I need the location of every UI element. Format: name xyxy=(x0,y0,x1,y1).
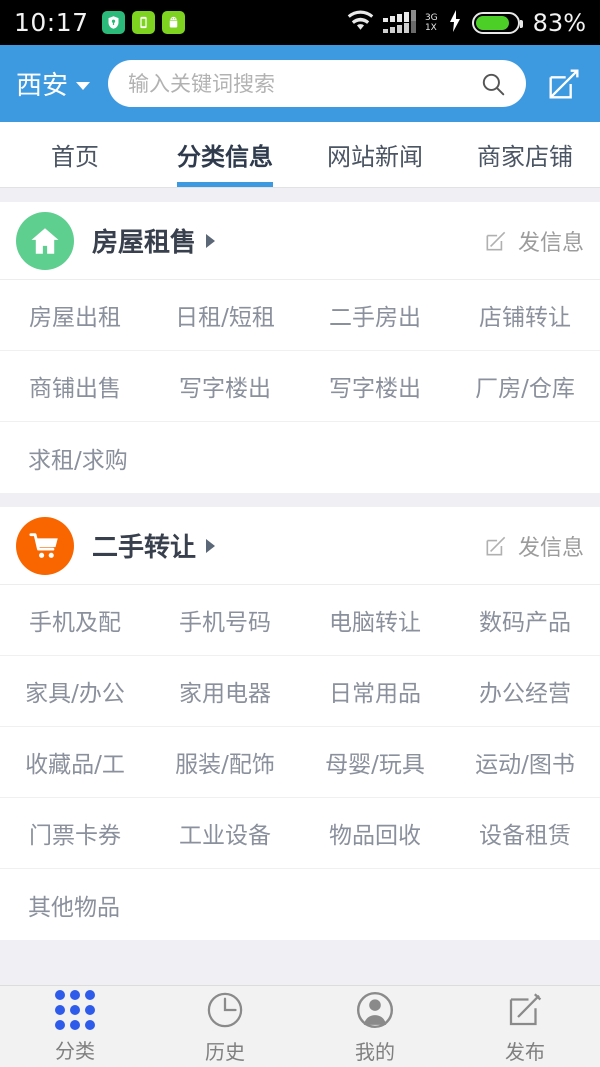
signal-icon xyxy=(382,9,416,33)
tab-classified-info[interactable]: 分类信息 xyxy=(150,122,300,187)
grid-item-empty xyxy=(300,869,450,940)
grid-item-empty xyxy=(150,869,300,940)
grid-item[interactable]: 店铺转让 xyxy=(450,280,600,351)
grid-item[interactable]: 母婴/玩具 xyxy=(300,727,450,798)
post-info-button[interactable]: 发信息 xyxy=(483,530,584,562)
pencil-icon xyxy=(483,533,509,559)
section-secondhand: 二手转让 发信息 手机及配 手机号码 电脑转让 数码产品 家具/办公 家用电器 xyxy=(0,507,600,940)
charging-bolt-icon xyxy=(447,9,463,37)
wifi-icon xyxy=(347,9,374,36)
grid-item[interactable]: 收藏品/工 xyxy=(0,727,150,798)
section-header[interactable]: 二手转让 发信息 xyxy=(0,507,600,585)
grid-item-empty xyxy=(450,422,600,493)
nav-item-profile[interactable]: 我的 xyxy=(300,989,450,1065)
grid-item[interactable]: 写字楼出 xyxy=(150,351,300,422)
grid-item[interactable]: 日常用品 xyxy=(300,656,450,727)
post-info-label: 发信息 xyxy=(517,230,584,256)
grid-item[interactable]: 家具/办公 xyxy=(0,656,150,727)
post-info-label: 发信息 xyxy=(517,535,584,561)
grid-item[interactable]: 商铺出售 xyxy=(0,351,150,422)
battery-icon xyxy=(471,11,523,34)
grid-item[interactable]: 日租/短租 xyxy=(150,280,300,351)
person-icon xyxy=(354,989,396,1031)
grid-item[interactable]: 手机号码 xyxy=(150,585,300,656)
grid-dots-icon xyxy=(55,989,95,1030)
status-left-icons xyxy=(101,11,185,34)
chevron-right-icon xyxy=(206,233,216,248)
section-title: 房屋租售 xyxy=(92,222,216,259)
category-list: 房屋租售 发信息 房屋出租 日租/短租 二手房出 店铺转让 商铺出售 写字楼出 xyxy=(0,188,600,985)
subcategory-grid: 房屋出租 日租/短租 二手房出 店铺转让 商铺出售 写字楼出 写字楼出 厂房/仓… xyxy=(0,280,600,493)
grid-item[interactable]: 物品回收 xyxy=(300,798,450,869)
search-input[interactable] xyxy=(128,71,480,96)
compose-icon[interactable] xyxy=(544,64,584,104)
grid-item[interactable]: 门票卡券 xyxy=(0,798,150,869)
tab-home[interactable]: 首页 xyxy=(0,122,150,187)
grid-item[interactable]: 房屋出租 xyxy=(0,280,150,351)
section-title: 二手转让 xyxy=(92,527,216,564)
status-time: 10:17 xyxy=(14,8,89,37)
clock-icon xyxy=(204,989,246,1031)
grid-item-empty xyxy=(450,869,600,940)
grid-item[interactable]: 办公经营 xyxy=(450,656,600,727)
grid-item[interactable]: 厂房/仓库 xyxy=(450,351,600,422)
battery-saver-icon xyxy=(131,11,155,34)
subcategory-grid: 手机及配 手机号码 电脑转让 数码产品 家具/办公 家用电器 日常用品 办公经营… xyxy=(0,585,600,940)
nav-item-publish[interactable]: 发布 xyxy=(450,989,600,1065)
network-type-label: 3G 1X xyxy=(424,12,438,33)
bottom-nav: 分类 历史 我的 发布 xyxy=(0,985,600,1067)
grid-item[interactable]: 电脑转让 xyxy=(300,585,450,656)
battery-percent: 83% xyxy=(532,8,586,37)
search-icon[interactable] xyxy=(480,71,506,97)
section-title-text: 房屋租售 xyxy=(92,228,197,258)
grid-item[interactable]: 手机及配 xyxy=(0,585,150,656)
app-header: 西安 xyxy=(0,45,600,122)
shield-icon xyxy=(101,11,125,34)
nav-label: 历史 xyxy=(205,1039,245,1064)
post-info-button[interactable]: 发信息 xyxy=(483,225,584,257)
grid-item[interactable]: 服装/配饰 xyxy=(150,727,300,798)
section-title-text: 二手转让 xyxy=(92,533,197,563)
nav-label: 发布 xyxy=(505,1039,545,1064)
nav-item-history[interactable]: 历史 xyxy=(150,989,300,1065)
shopping-cart-icon xyxy=(16,516,74,575)
nav-label: 我的 xyxy=(355,1039,395,1064)
grid-item[interactable]: 求租/求购 xyxy=(0,422,150,493)
status-bar: 10:17 3G 1X 83% xyxy=(0,0,600,45)
search-box[interactable] xyxy=(108,60,526,107)
grid-item[interactable]: 二手房出 xyxy=(300,280,450,351)
tab-site-news[interactable]: 网站新闻 xyxy=(300,122,450,187)
status-right-icons: 3G 1X 83% xyxy=(347,9,586,37)
grid-item[interactable]: 其他物品 xyxy=(0,869,150,940)
android-robot-icon xyxy=(161,11,185,34)
pencil-icon xyxy=(483,228,509,254)
main-tabs: 首页 分类信息 网站新闻 商家店铺 xyxy=(0,122,600,188)
grid-item[interactable]: 写字楼出 xyxy=(300,351,450,422)
grid-item[interactable]: 数码产品 xyxy=(450,585,600,656)
compose-icon xyxy=(504,989,546,1031)
grid-item[interactable]: 家用电器 xyxy=(150,656,300,727)
grid-item[interactable]: 运动/图书 xyxy=(450,727,600,798)
tab-merchant-shops[interactable]: 商家店铺 xyxy=(450,122,600,187)
chevron-down-icon xyxy=(76,81,91,90)
grid-item[interactable]: 设备租赁 xyxy=(450,798,600,869)
section-housing: 房屋租售 发信息 房屋出租 日租/短租 二手房出 店铺转让 商铺出售 写字楼出 xyxy=(0,202,600,493)
grid-item[interactable]: 工业设备 xyxy=(150,798,300,869)
house-icon xyxy=(16,211,74,270)
grid-item-empty xyxy=(150,422,300,493)
app-screen: 10:17 3G 1X 83% 西安 输入关键词搜索 首页 分类信息 网站新闻 … xyxy=(0,0,600,1067)
nav-label: 分类 xyxy=(55,1038,95,1063)
city-selector[interactable]: 西安 xyxy=(16,65,91,102)
section-header[interactable]: 房屋租售 发信息 xyxy=(0,202,600,280)
chevron-right-icon xyxy=(206,538,216,553)
grid-item-empty xyxy=(300,422,450,493)
city-label: 西安 xyxy=(16,71,69,101)
nav-item-categories[interactable]: 分类 xyxy=(0,989,150,1064)
